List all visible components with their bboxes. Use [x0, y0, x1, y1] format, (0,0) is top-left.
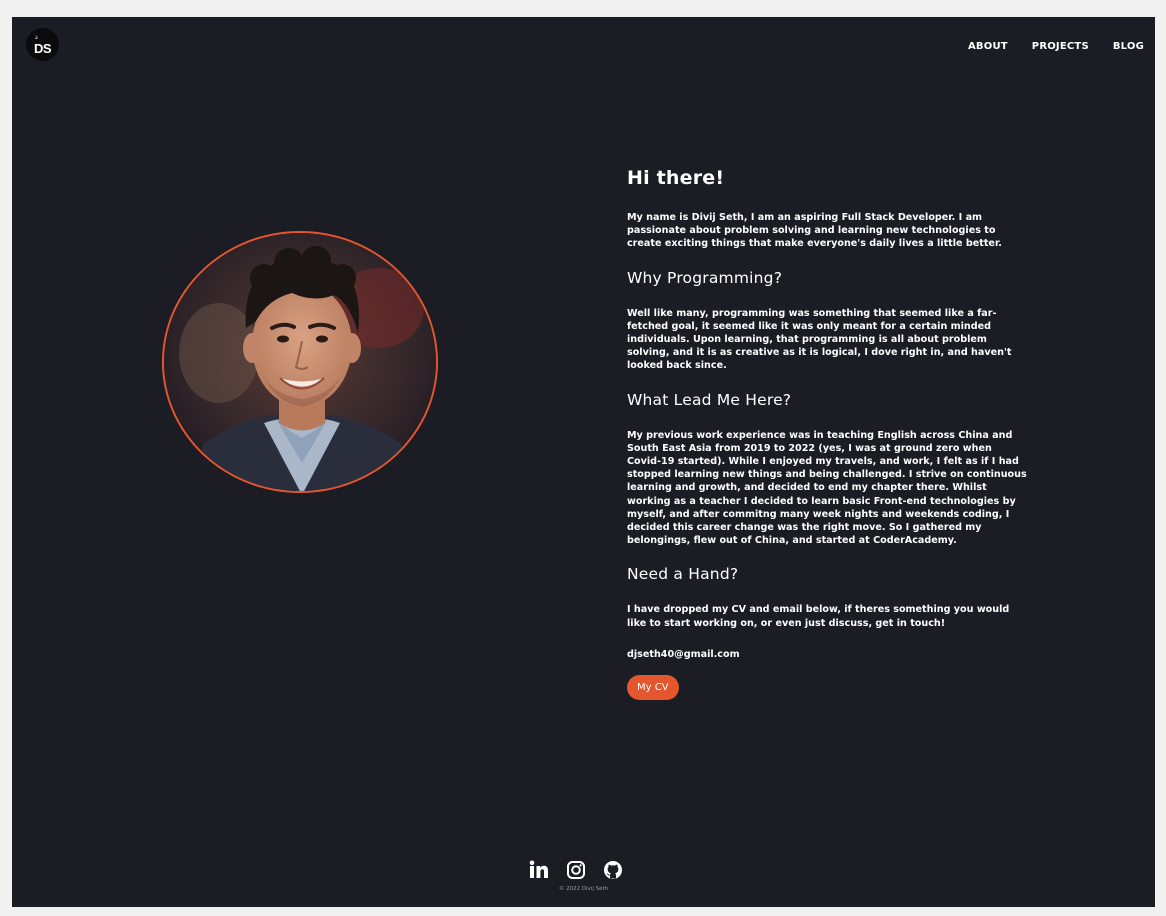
- linkedin-icon[interactable]: [529, 860, 549, 880]
- nav-blog[interactable]: BLOG: [1113, 41, 1144, 52]
- need-hand-text: I have dropped my CV and email below, if…: [627, 604, 1010, 629]
- github-icon[interactable]: [603, 860, 623, 880]
- what-lead-heading: What Lead Me Here?: [627, 390, 792, 409]
- logo-text: DS: [33, 41, 52, 56]
- nav-about[interactable]: ABOUT: [968, 41, 1008, 52]
- instagram-icon[interactable]: [566, 860, 586, 880]
- why-programming-text: Well like many, programming was somethin…: [627, 307, 1012, 372]
- cv-button[interactable]: My CV: [627, 675, 679, 701]
- email-link[interactable]: djseth40@gmail.com: [627, 648, 1027, 661]
- greeting-heading: Hi there!: [627, 167, 725, 189]
- why-programming-heading: Why Programming?: [627, 268, 783, 287]
- intro-text: My name is Divij Seth, I am an aspiring …: [627, 212, 1002, 250]
- logo[interactable]: 𝓈 DS: [26, 28, 59, 61]
- what-lead-text: My previous work experience was in teach…: [627, 429, 1027, 547]
- need-hand-heading: Need a Hand?: [627, 565, 739, 584]
- main-nav: ABOUT PROJECTS BLOG: [968, 41, 1144, 52]
- about-section: Hi there! My name is Divij Seth, I am an…: [627, 167, 1027, 701]
- page: 𝓈 DS ABOUT PROJECTS BLOG Hi there! My na…: [12, 17, 1155, 907]
- copyright-text: © 2022 Divij Seth: [558, 886, 609, 892]
- social-links: [529, 860, 623, 880]
- profile-photo: [162, 231, 438, 493]
- nav-projects[interactable]: PROJECTS: [1032, 41, 1089, 52]
- profile-photo-illustration: [164, 233, 436, 491]
